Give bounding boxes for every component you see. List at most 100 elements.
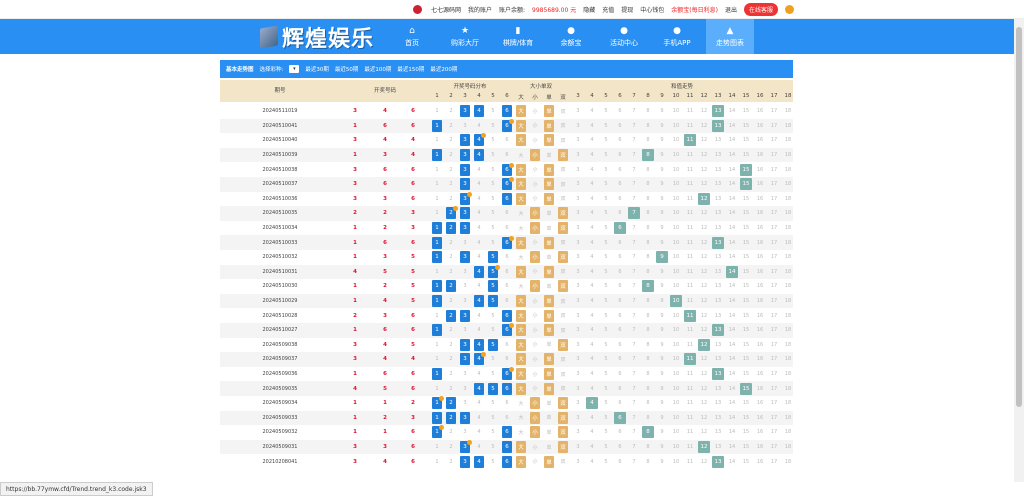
bs-hit: 双 [558, 251, 568, 264]
yuebao-link[interactable]: 余额宝(每日利息) [671, 5, 718, 14]
sum-miss: 12 [700, 429, 708, 436]
sum-miss: 6 [618, 400, 622, 407]
nav-trend-chart[interactable]: ▲ 走势图表 [706, 19, 754, 54]
sum-miss: 8 [646, 122, 650, 129]
site-logo[interactable]: 辉煌娱乐 [260, 22, 374, 52]
dist-miss: 5 [491, 108, 495, 115]
period-cell: 20240509032 [262, 429, 298, 436]
dist-miss: 5 [491, 166, 495, 173]
bs-miss: 双 [560, 386, 566, 393]
filter-option-30[interactable]: 最近30期 [305, 65, 329, 73]
sum-miss: 8 [646, 371, 650, 378]
dist-hit: 1 [432, 324, 442, 337]
bs-hit: 小 [530, 397, 540, 410]
qq-icon[interactable] [785, 4, 794, 14]
header-sum-num: 6 [618, 93, 622, 99]
bs-hit: 大 [516, 119, 526, 132]
dist-miss: 1 [435, 444, 439, 451]
filter-option-50[interactable]: 最近50期 [335, 65, 359, 73]
bs-hit: 单 [544, 265, 554, 278]
nav-mobile-app[interactable]: ● 手机APP [653, 19, 701, 54]
scrollbar-thumb[interactable] [1016, 27, 1022, 407]
online-service-button[interactable]: 在线客服 [743, 2, 778, 16]
sum-miss: 16 [756, 210, 764, 217]
recharge-link[interactable]: 充值 [602, 5, 614, 14]
period-cell: 20240511019 [262, 108, 298, 115]
dist-hit: 5 [488, 338, 498, 351]
dist-miss: 4 [477, 414, 481, 421]
sum-miss: 7 [632, 458, 636, 465]
username[interactable]: 七七源码网 [431, 5, 461, 14]
sum-miss: 7 [632, 166, 636, 173]
sum-miss: 6 [618, 152, 622, 159]
nav-home[interactable]: ⌂ 首页 [388, 19, 436, 54]
header-sum-num: 12 [700, 93, 708, 99]
sum-miss: 3 [576, 181, 580, 188]
sum-miss: 15 [742, 298, 750, 305]
dist-hit: 4 [474, 149, 484, 162]
bs-hit: 单 [544, 368, 554, 381]
dist-miss: 1 [435, 312, 439, 319]
bs-hit: 双 [558, 441, 568, 454]
sum-miss: 14 [728, 414, 736, 421]
bs-hit: 单 [544, 134, 554, 147]
nav-chess-sports[interactable]: ▮ 棋牌/体育 [494, 19, 542, 54]
filter-bar: 基本走势图 选择彩种: ▾ 最近30期 最近50期 最近100期 最近150期 … [220, 60, 793, 78]
filter-option-200[interactable]: 最近200期 [430, 65, 457, 73]
period-cell: 20240510038 [262, 166, 298, 173]
sum-miss: 12 [700, 108, 708, 115]
dist-hit: 4 [474, 382, 484, 395]
my-account-link[interactable]: 我的账户 [468, 5, 492, 14]
nav-yuebao[interactable]: ● 余额宝 [547, 19, 595, 54]
page-scrollbar[interactable] [1014, 19, 1024, 482]
center-wallet-link[interactable]: 中心钱包 [640, 5, 664, 14]
sum-miss: 10 [672, 137, 680, 144]
filter-option-100[interactable]: 最近100期 [364, 65, 391, 73]
sum-miss: 12 [700, 400, 708, 407]
sum-miss: 16 [756, 298, 764, 305]
bs-miss: 双 [560, 313, 566, 320]
table-row: 20240509037 3 4 4 1 2 3 4 5 6 大小单双 3 4 5 6 7 8 9 10 11 12 13 1… [220, 352, 793, 367]
sum-miss: 10 [672, 268, 680, 275]
bs-miss: 单 [546, 225, 552, 232]
header-distribution: 开奖号码分布 [453, 84, 487, 90]
sum-miss: 12 [700, 327, 708, 334]
bs-miss: 小 [532, 123, 538, 130]
filter-option-150[interactable]: 最近150期 [397, 65, 424, 73]
sum-miss: 12 [700, 298, 708, 305]
dist-miss: 2 [449, 268, 453, 275]
withdraw-link[interactable]: 提现 [621, 5, 633, 14]
bs-miss: 双 [560, 196, 566, 203]
sum-miss: 3 [576, 137, 580, 144]
sum-miss: 7 [632, 225, 636, 232]
sum-miss: 7 [632, 254, 636, 261]
sum-miss: 10 [672, 239, 680, 246]
bs-hit: 大 [516, 353, 526, 366]
sum-hit: 15 [740, 178, 752, 191]
repeat-dot-icon [495, 264, 500, 270]
sum-miss: 14 [728, 356, 736, 363]
sum-miss: 13 [714, 444, 722, 451]
sum-miss: 17 [770, 254, 778, 261]
sum-miss: 4 [590, 371, 594, 378]
bs-miss: 双 [560, 459, 566, 466]
nav-activity[interactable]: ● 活动中心 [600, 19, 648, 54]
dist-miss: 1 [435, 268, 439, 275]
bs-hit: 大 [516, 368, 526, 381]
logout-link[interactable]: 退出 [725, 5, 737, 14]
sum-miss: 3 [576, 210, 580, 217]
bs-miss: 小 [532, 167, 538, 174]
winning-number: 6 [411, 108, 415, 115]
hide-balance-link[interactable]: 隐藏 [583, 5, 595, 14]
winning-number: 1 [353, 429, 357, 436]
table-row: 20240510035 2 2 3 1 2 3 4 5 6 大小单双 3 4 5 6 7 8 9 10 11 12 13 1… [220, 206, 793, 221]
dist-miss: 5 [491, 429, 495, 436]
table-row: 20240510028 2 3 6 1 2 3 4 5 6 大小单双 3 4 5 6 7 8 9 10 11 12 13 1… [220, 308, 793, 323]
sum-miss: 7 [632, 400, 636, 407]
lottery-select[interactable]: ▾ [289, 65, 300, 73]
nav-lottery-hall[interactable]: ★ 购彩大厅 [441, 19, 489, 54]
bs-miss: 双 [560, 269, 566, 276]
dist-hit: 1 [432, 251, 442, 264]
dist-hit: 4 [474, 352, 486, 366]
sum-hit: 13 [712, 455, 724, 468]
